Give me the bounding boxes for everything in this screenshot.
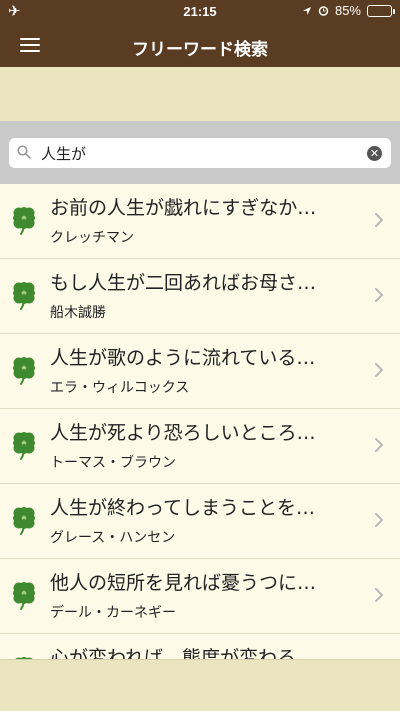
battery-icon [367, 4, 395, 17]
quote-text: 心が変われば、態度が変わる… [50, 647, 316, 659]
location-icon [302, 6, 311, 15]
four-leaf-clover-icon [13, 207, 35, 235]
page-title: フリーワード検索 [132, 40, 268, 59]
chevron-right-icon [375, 363, 383, 377]
result-row[interactable]: 心が変われば、態度が変わる… [0, 634, 400, 659]
result-row[interactable]: 人生が終わってしまうことを… グレース・ハンセン [0, 484, 400, 559]
search-input[interactable] [41, 138, 361, 168]
search-icon [17, 145, 31, 159]
status-bar: ✈ 21:15 85% [0, 0, 400, 22]
battery-percent: 85% [334, 3, 361, 18]
chevron-right-icon [375, 588, 383, 602]
four-leaf-clover-icon [13, 507, 35, 535]
quote-text: 他人の短所を見れば憂うつに… [50, 572, 317, 594]
quote-text: もし人生が二回あればお母さ… [50, 272, 317, 294]
author-name: クレッチマン [50, 230, 134, 246]
four-leaf-clover-icon [13, 357, 35, 385]
quote-text: 人生が死より恐ろしいところ… [50, 422, 316, 444]
chevron-right-icon [375, 438, 383, 452]
quote-text: 人生が歌のように流れている… [50, 347, 316, 369]
author-name: エラ・ウィルコックス [50, 380, 190, 396]
four-leaf-clover-icon [13, 582, 35, 610]
chevron-right-icon [375, 288, 383, 302]
result-row[interactable]: お前の人生が戯れにすぎなか… クレッチマン [0, 184, 400, 259]
chevron-right-icon [375, 513, 383, 527]
search-box[interactable]: ✕ [9, 138, 391, 168]
four-leaf-clover-icon [13, 432, 35, 460]
app-header: ✈ 21:15 85% フリーワード検索 [0, 0, 400, 67]
chevron-right-icon [375, 213, 383, 227]
quote-text: お前の人生が戯れにすぎなか… [50, 197, 317, 219]
result-row[interactable]: 人生が死より恐ろしいところ… トーマス・ブラウン [0, 409, 400, 484]
quote-text: 人生が終わってしまうことを… [50, 497, 316, 519]
result-row[interactable]: 人生が歌のように流れている… エラ・ウィルコックス [0, 334, 400, 409]
result-list: お前の人生が戯れにすぎなか… クレッチマン もし人生が二回あればお母さ… 船木誠勝 … [0, 184, 400, 659]
alarm-icon [318, 6, 329, 16]
result-row[interactable]: もし人生が二回あればお母さ… 船木誠勝 [0, 259, 400, 334]
bottom-ad-banner[interactable] [0, 659, 400, 711]
search-bar-container: ✕ [0, 121, 400, 184]
author-name: トーマス・ブラウン [50, 455, 176, 471]
clear-search-icon[interactable]: ✕ [367, 146, 382, 161]
author-name: 船木誠勝 [50, 305, 106, 321]
author-name: デール・カーネギー [50, 605, 176, 621]
four-leaf-clover-icon [13, 282, 35, 310]
top-ad-banner[interactable] [0, 67, 400, 121]
result-row[interactable]: 他人の短所を見れば憂うつに… デール・カーネギー [0, 559, 400, 634]
status-right-group: 85% [302, 3, 395, 18]
author-name: グレース・ハンセン [50, 530, 176, 546]
